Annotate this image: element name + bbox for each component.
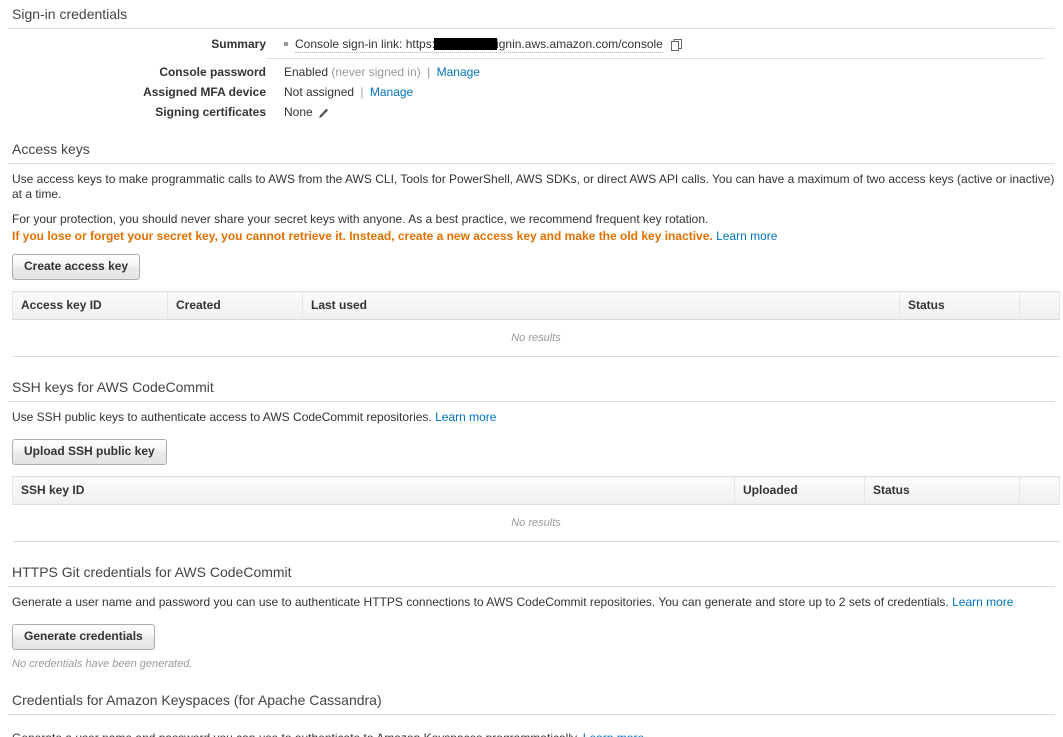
section-heading-signin: Sign-in credentials — [12, 6, 128, 22]
keyspaces-description: Generate a user name and password you ca… — [8, 727, 1055, 737]
column-header-ssh-key-id[interactable]: SSH key ID — [12, 476, 735, 505]
keyspaces-description-text: Generate a user name and password you ca… — [12, 731, 579, 737]
upload-ssh-key-button-wrap: Upload SSH public key — [8, 425, 1055, 476]
https-git-description-text: Generate a user name and password you ca… — [12, 595, 949, 609]
signing-certificates-status: None — [284, 105, 313, 119]
access-keys-warning-line: If you lose or forget your secret key, y… — [8, 227, 1055, 244]
access-keys-warning-text: If you lose or forget your secret key, y… — [12, 229, 713, 243]
access-keys-learn-more-link[interactable]: Learn more — [716, 229, 777, 243]
value-mfa-device: Not assigned | Manage — [266, 79, 1055, 99]
redacted-account-id — [434, 38, 498, 50]
signin-credentials-list: Summary Console sign-in link: https: igni… — [8, 29, 1055, 119]
ssh-keys-description-text: Use SSH public keys to authenticate acce… — [12, 410, 432, 424]
pencil-icon[interactable] — [318, 108, 329, 119]
access-keys-table-header-row: Access key ID Created Last used Status — [12, 291, 1060, 320]
row-mfa-device: Assigned MFA device Not assigned | Manag… — [8, 79, 1055, 99]
manage-mfa-link[interactable]: Manage — [370, 85, 413, 99]
ssh-keys-table: SSH key ID Uploaded Status No results — [12, 476, 1060, 542]
column-header-last-used[interactable]: Last used — [302, 291, 900, 320]
copy-icon[interactable] — [670, 39, 682, 51]
column-header-ssh-actions — [1019, 476, 1060, 505]
section-heading-access-keys: Access keys — [12, 141, 90, 157]
value-console-password: Enabled (never signed in) | Manage — [266, 59, 1055, 79]
label-mfa-device: Assigned MFA device — [143, 85, 266, 99]
https-git-description: Generate a user name and password you ca… — [8, 587, 1055, 610]
mfa-status: Not assigned — [284, 85, 355, 99]
row-signing-certificates: Signing certificates None — [8, 99, 1055, 119]
separator: | — [360, 85, 364, 99]
row-summary: Summary Console sign-in link: https: igni… — [8, 29, 1055, 59]
ssh-keys-description: Use SSH public keys to authenticate acce… — [8, 402, 1055, 425]
console-signin-link[interactable]: Console sign-in link: https: ignin.aws.am… — [295, 37, 663, 53]
bullet-icon — [284, 41, 288, 46]
console-password-note: (never signed in) — [331, 65, 421, 79]
column-header-access-key-id[interactable]: Access key ID — [12, 291, 168, 320]
column-header-ssh-status[interactable]: Status — [864, 476, 1020, 505]
access-keys-empty-message: No results — [12, 319, 1060, 357]
section-heading-ssh-keys: SSH keys for AWS CodeCommit — [12, 379, 214, 395]
manage-console-password-link[interactable]: Manage — [437, 65, 480, 79]
console-password-status: Enabled — [284, 65, 329, 79]
ssh-keys-empty-row: No results — [12, 504, 1060, 542]
separator: | — [427, 65, 431, 79]
divider-keyspaces — [8, 714, 1055, 715]
ssh-keys-learn-more-link[interactable]: Learn more — [435, 410, 496, 424]
column-header-actions — [1019, 291, 1060, 320]
value-signing-certificates: None — [266, 99, 1055, 119]
value-summary: Console sign-in link: https: ignin.aws.am… — [266, 29, 1045, 59]
column-header-created[interactable]: Created — [167, 291, 303, 320]
access-keys-empty-row: No results — [12, 319, 1060, 357]
access-keys-description-2: For your protection, you should never sh… — [12, 212, 709, 226]
signin-link-suffix: ignin.aws.amazon.com/console — [496, 37, 663, 51]
generate-credentials-button[interactable]: Generate credentials — [12, 624, 155, 650]
signin-link-prefix: Console sign-in link: https: — [295, 37, 436, 51]
create-access-key-button[interactable]: Create access key — [12, 254, 141, 280]
access-keys-description-1: Use access keys to make programmatic cal… — [12, 172, 1055, 201]
row-console-password: Console password Enabled (never signed i… — [8, 59, 1055, 79]
ssh-keys-empty-message: No results — [12, 504, 1060, 542]
ssh-keys-table-header-row: SSH key ID Uploaded Status — [12, 476, 1060, 505]
keyspaces-learn-more-link[interactable]: Learn more — [583, 731, 644, 737]
column-header-status[interactable]: Status — [899, 291, 1020, 320]
create-access-key-button-wrap: Create access key — [8, 244, 1055, 291]
https-git-learn-more-link[interactable]: Learn more — [952, 595, 1013, 609]
https-git-empty-message: No credentials have been generated. — [12, 658, 193, 670]
credentials-page: Sign-in credentials Summary Console sign… — [0, 0, 1063, 737]
column-header-uploaded[interactable]: Uploaded — [734, 476, 865, 505]
label-signing-certificates: Signing certificates — [155, 105, 266, 119]
section-heading-keyspaces: Credentials for Amazon Keyspaces (for Ap… — [12, 692, 382, 708]
label-summary: Summary — [211, 37, 266, 51]
access-keys-table: Access key ID Created Last used Status N… — [12, 291, 1060, 357]
generate-credentials-button-wrap: Generate credentials — [8, 610, 1055, 658]
label-console-password: Console password — [159, 65, 266, 79]
section-heading-https-git: HTTPS Git credentials for AWS CodeCommit — [12, 564, 292, 580]
upload-ssh-public-key-button[interactable]: Upload SSH public key — [12, 439, 167, 465]
